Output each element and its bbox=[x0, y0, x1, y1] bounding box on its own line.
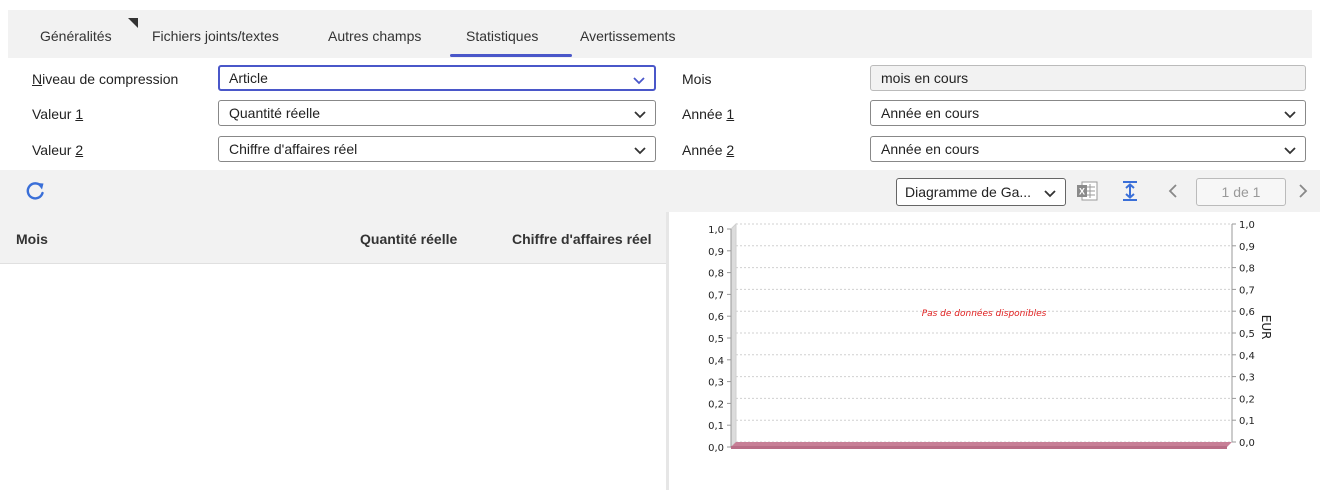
excel-export-icon[interactable]: X bbox=[1076, 181, 1098, 201]
chart-y2-tick-label: 0,6 bbox=[1239, 307, 1255, 318]
chart-no-data-message: Pas de données disponibles bbox=[922, 308, 1047, 319]
chevron-right-icon[interactable] bbox=[1296, 183, 1310, 199]
chevron-down-icon bbox=[1284, 147, 1296, 155]
chart-y-tick-label: 0,1 bbox=[708, 421, 724, 432]
page-indicator: 1 de 1 bbox=[1196, 178, 1286, 206]
annee1-select[interactable]: Année en cours bbox=[870, 100, 1306, 126]
table-header: Mois Quantité réelle Chiffre d'affaires … bbox=[0, 212, 668, 264]
chart-y2-tick-label: 1,0 bbox=[1239, 220, 1255, 231]
tab-autres-champs[interactable]: Autres champs bbox=[328, 28, 421, 44]
chart-y2-tick-label: 0,8 bbox=[1239, 264, 1255, 275]
chart-y2-tick-label: 0,4 bbox=[1239, 351, 1255, 362]
valeur1-select[interactable]: Quantité réelle bbox=[218, 100, 656, 126]
fit-height-icon[interactable] bbox=[1120, 180, 1140, 202]
column-header-chiffre[interactable]: Chiffre d'affaires réel bbox=[512, 231, 652, 247]
chart-y2-tick-label: 0,3 bbox=[1239, 373, 1255, 384]
svg-text:X: X bbox=[1079, 187, 1085, 197]
chart-y-tick-label: 0,9 bbox=[708, 247, 724, 258]
compression-select[interactable]: Article bbox=[218, 65, 656, 91]
table-body bbox=[0, 265, 666, 490]
chart-y2-tick-label: 0,5 bbox=[1239, 329, 1255, 340]
tab-generalites[interactable]: Généralités bbox=[40, 28, 112, 44]
chart-y-tick-label: 0,3 bbox=[708, 378, 724, 389]
column-header-mois[interactable]: Mois bbox=[16, 231, 48, 247]
chevron-down-icon bbox=[1044, 190, 1056, 198]
chart-type-value: Diagramme de Ga... bbox=[905, 184, 1032, 200]
active-tab-indicator bbox=[450, 54, 572, 57]
annee2-select[interactable]: Année en cours bbox=[870, 136, 1306, 162]
chart: 1,0 0,9 0,8 0,7 0,6 0,5 0,4 0,3 0,2 0,1 0,0 1,0 0,9 0… bbox=[708, 220, 1273, 454]
chart-y2-tick-label: 0,7 bbox=[1239, 285, 1255, 296]
tab-avertissements[interactable]: Avertissements bbox=[580, 28, 675, 44]
compression-label: Niveau de compression bbox=[32, 71, 179, 87]
tab-fichiers-joints[interactable]: Fichiers joints/textes bbox=[152, 28, 279, 44]
chevron-down-icon bbox=[633, 77, 645, 85]
tab-statistiques[interactable]: Statistiques bbox=[466, 28, 538, 44]
valeur1-value: Quantité réelle bbox=[229, 105, 321, 121]
chart-y-tick-label: 0,6 bbox=[708, 312, 724, 323]
chart-y-tick-label: 0,8 bbox=[708, 269, 724, 280]
tab-bar: Généralités Fichiers joints/textes Autre… bbox=[8, 10, 1312, 58]
panel-splitter[interactable] bbox=[666, 212, 669, 490]
annee1-value: Année en cours bbox=[881, 105, 980, 121]
mois-value: mois en cours bbox=[881, 70, 969, 86]
chart-y2-tick-label: 0,1 bbox=[1239, 416, 1255, 427]
chart-y-tick-label: 0,5 bbox=[708, 334, 724, 345]
annee2-value: Année en cours bbox=[881, 141, 980, 157]
chevron-down-icon bbox=[1284, 111, 1296, 119]
mois-label: Mois bbox=[682, 71, 712, 87]
chart-y2-tick-label: 0,9 bbox=[1239, 242, 1255, 253]
chart-y-tick-label: 0,0 bbox=[708, 443, 724, 454]
chart-type-select[interactable]: Diagramme de Ga... bbox=[896, 178, 1066, 206]
chart-y2-tick-label: 0,0 bbox=[1239, 438, 1255, 449]
chevron-left-icon[interactable] bbox=[1166, 183, 1180, 199]
valeur1-label: Valeur 1 bbox=[32, 106, 84, 122]
valeur2-select[interactable]: Chiffre d'affaires réel bbox=[218, 136, 656, 162]
corner-marker-icon bbox=[128, 18, 138, 28]
chart-y-tick-label: 0,2 bbox=[708, 399, 724, 410]
valeur2-value: Chiffre d'affaires réel bbox=[229, 141, 358, 157]
refresh-icon[interactable] bbox=[24, 180, 46, 202]
mois-field: mois en cours bbox=[870, 65, 1306, 91]
toolbar: Diagramme de Ga... X 1 de 1 bbox=[0, 170, 1320, 212]
chart-y-tick-label: 0,4 bbox=[708, 356, 724, 367]
column-header-quantite[interactable]: Quantité réelle bbox=[360, 231, 457, 247]
annee1-label: Année 1 bbox=[682, 106, 735, 122]
chart-side-wall bbox=[730, 222, 737, 449]
chart-floor-edge bbox=[731, 446, 1227, 449]
chart-y-tick-label: 1,0 bbox=[708, 225, 724, 236]
chevron-down-icon bbox=[634, 147, 646, 155]
chart-y2-tick-label: 0,2 bbox=[1239, 394, 1255, 405]
annee2-label: Année 2 bbox=[682, 142, 735, 158]
chevron-down-icon bbox=[634, 111, 646, 119]
valeur2-label: Valeur 2 bbox=[32, 142, 84, 158]
chart-y-tick-label: 0,7 bbox=[708, 290, 724, 301]
chart-y2-axis-label: EUR bbox=[1259, 315, 1273, 340]
compression-value: Article bbox=[229, 70, 268, 86]
